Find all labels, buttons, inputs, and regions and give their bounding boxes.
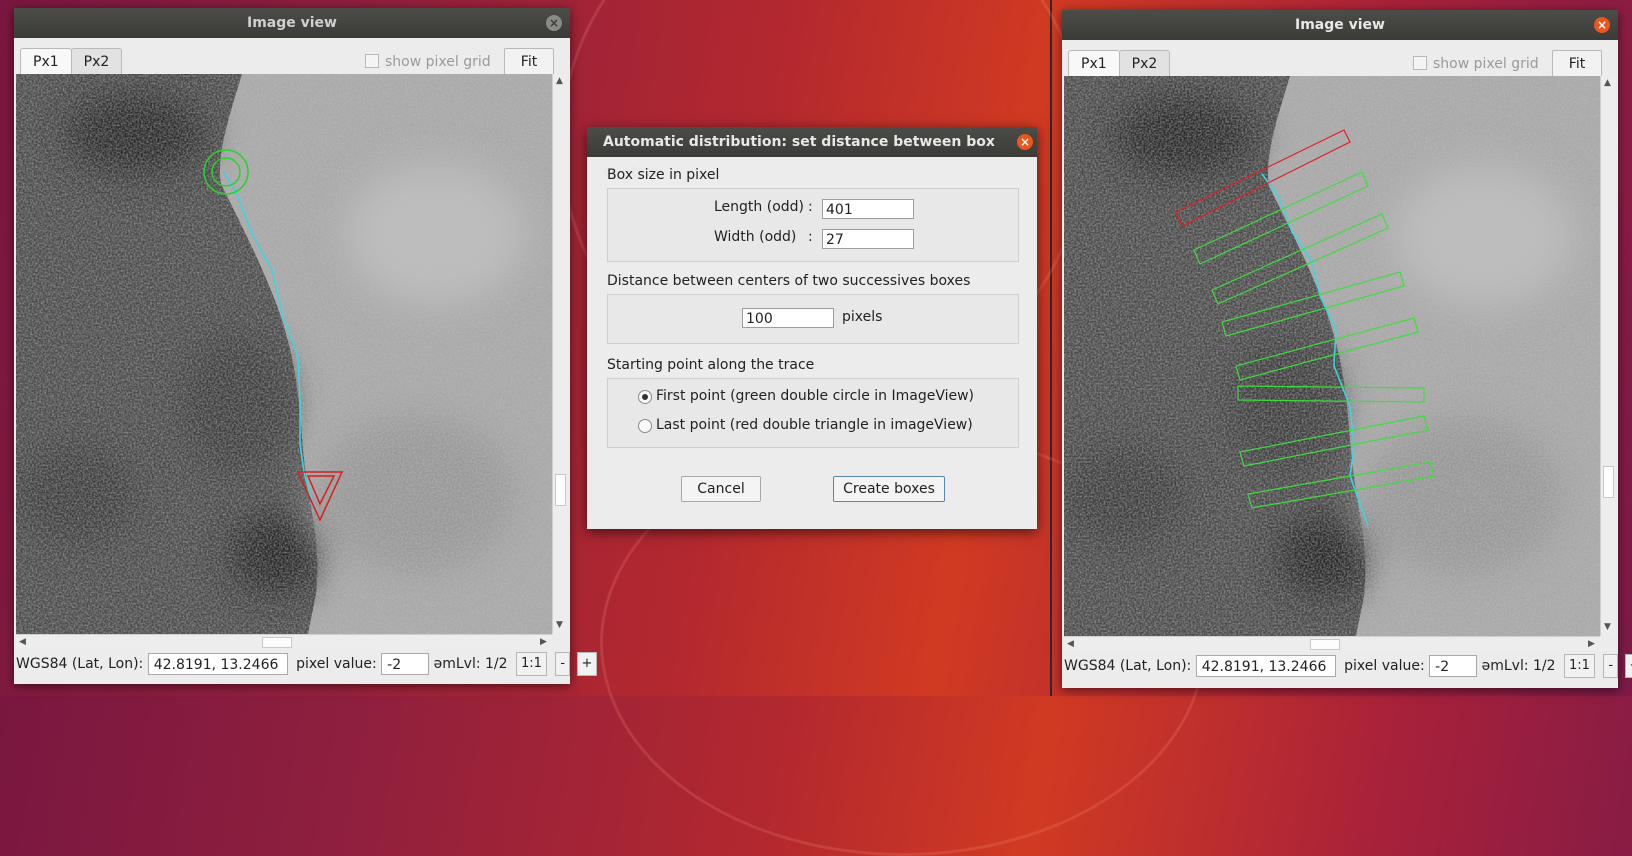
fit-button[interactable]: Fit bbox=[504, 48, 554, 76]
width-label: Width (odd) bbox=[714, 229, 797, 245]
right-vertical-scrollbar[interactable]: ▲ ▼ bbox=[1600, 76, 1615, 636]
automatic-distribution-dialog: Automatic distribution: set distance bet… bbox=[587, 127, 1037, 529]
right-tab-bar: Px1 Px2 bbox=[1068, 50, 1171, 78]
zoom-out-button[interactable]: - bbox=[1603, 654, 1619, 678]
show-pixel-grid-label: show pixel grid bbox=[1433, 56, 1539, 72]
pixel-value-field[interactable]: -2 bbox=[1429, 655, 1478, 677]
right-image-canvas[interactable] bbox=[1064, 76, 1600, 636]
cancel-button[interactable]: Cancel bbox=[681, 476, 761, 502]
create-boxes-button[interactable]: Create boxes bbox=[833, 476, 945, 502]
box-size-heading: Box size in pixel bbox=[607, 167, 720, 183]
close-icon[interactable]: × bbox=[1594, 17, 1610, 33]
zoom-in-button[interactable]: + bbox=[576, 652, 598, 676]
coord-label: WGS84 (Lat, Lon): bbox=[16, 656, 144, 672]
scroll-thumb[interactable] bbox=[1603, 466, 1614, 498]
close-icon[interactable]: × bbox=[1017, 134, 1033, 150]
scroll-up-icon[interactable]: ▲ bbox=[1604, 78, 1611, 88]
tab-px1[interactable]: Px1 bbox=[20, 48, 72, 76]
length-input[interactable]: 401 bbox=[822, 199, 914, 219]
length-colon: : bbox=[808, 199, 813, 215]
start-point-heading: Starting point along the trace bbox=[607, 357, 815, 373]
last-point-radio[interactable] bbox=[638, 419, 652, 433]
right-window-titlebar[interactable]: Image view × bbox=[1062, 10, 1618, 40]
distance-input[interactable]: 100 bbox=[742, 308, 834, 328]
first-point-label[interactable]: First point (green double circle in Imag… bbox=[656, 388, 974, 404]
left-window-titlebar[interactable]: Image view × bbox=[14, 8, 570, 38]
scroll-thumb[interactable] bbox=[555, 474, 566, 506]
close-icon[interactable]: × bbox=[546, 15, 562, 31]
scroll-up-icon[interactable]: ▲ bbox=[556, 76, 563, 86]
zoom-out-button[interactable]: - bbox=[555, 652, 571, 676]
length-label: Length (odd) bbox=[714, 199, 805, 215]
start-point-panel: First point (green double circle in Imag… bbox=[607, 378, 1019, 448]
distance-unit-label: pixels bbox=[842, 309, 883, 325]
scroll-thumb[interactable] bbox=[1310, 639, 1340, 650]
right-horizontal-scrollbar[interactable]: ◀ ▶ bbox=[1064, 636, 1600, 651]
right-sar-image bbox=[1064, 76, 1600, 636]
pixel-value-label: pixel value: bbox=[296, 656, 377, 672]
checkbox-box[interactable] bbox=[1413, 56, 1427, 70]
left-window-title: Image view bbox=[247, 15, 337, 31]
left-vertical-scrollbar[interactable]: ▲ ▼ bbox=[552, 74, 567, 634]
zoom-one-to-one-button[interactable]: 1:1 bbox=[1564, 654, 1595, 678]
right-status-bar: WGS84 (Lat, Lon): 42.8191, 13.2466 pixel… bbox=[1064, 654, 1632, 684]
checkbox-box[interactable] bbox=[365, 54, 379, 68]
first-point-radio[interactable] bbox=[638, 390, 652, 404]
scroll-down-icon[interactable]: ▼ bbox=[556, 620, 563, 630]
width-input[interactable]: 27 bbox=[822, 229, 914, 249]
width-colon: : bbox=[808, 229, 813, 245]
zoom-one-to-one-button[interactable]: 1:1 bbox=[516, 652, 547, 676]
scroll-right-icon[interactable]: ▶ bbox=[540, 637, 547, 647]
left-horizontal-scrollbar[interactable]: ◀ ▶ bbox=[16, 634, 552, 649]
zoom-level-label: əmLvl: 1/2 bbox=[1481, 658, 1556, 674]
dialog-titlebar[interactable]: Automatic distribution: set distance bet… bbox=[587, 127, 1037, 180]
tab-px2[interactable]: Px2 bbox=[1118, 50, 1171, 78]
right-image-view-window: Image view × Px1Px2 show pixel grid Fit bbox=[1062, 10, 1632, 688]
last-point-label[interactable]: Last point (red double triangle in image… bbox=[656, 417, 973, 433]
left-image-canvas[interactable] bbox=[16, 74, 552, 634]
pixel-value-label: pixel value: bbox=[1344, 658, 1425, 674]
zoom-level-label: əmLvl: 1/2 bbox=[433, 656, 508, 672]
left-image-view-window: Image view × Px1Px2 show pixel grid Fit bbox=[14, 8, 598, 684]
tab-px1[interactable]: Px1 bbox=[1068, 50, 1120, 78]
distance-heading: Distance between centers of two successi… bbox=[607, 273, 971, 289]
coord-field[interactable]: 42.8191, 13.2466 bbox=[147, 653, 288, 675]
scroll-down-icon[interactable]: ▼ bbox=[1604, 622, 1611, 632]
left-tab-bar: Px1 Px2 bbox=[20, 48, 123, 76]
left-status-bar: WGS84 (Lat, Lon): 42.8191, 13.2466 pixel… bbox=[16, 652, 598, 682]
right-window-title: Image view bbox=[1295, 17, 1385, 33]
left-sar-image bbox=[16, 74, 552, 634]
scroll-right-icon[interactable]: ▶ bbox=[1588, 639, 1595, 649]
tab-px2[interactable]: Px2 bbox=[70, 48, 123, 76]
show-pixel-grid-checkbox[interactable]: show pixel grid bbox=[1413, 56, 1539, 72]
coord-field[interactable]: 42.8191, 13.2466 bbox=[1195, 655, 1336, 677]
zoom-in-button[interactable]: + bbox=[1624, 654, 1632, 678]
coord-label: WGS84 (Lat, Lon): bbox=[1064, 658, 1192, 674]
scroll-thumb[interactable] bbox=[262, 637, 292, 648]
box-size-panel: Length (odd) : 401 Width (odd) : 27 bbox=[607, 188, 1019, 262]
show-pixel-grid-checkbox[interactable]: show pixel grid bbox=[365, 54, 491, 70]
show-pixel-grid-label: show pixel grid bbox=[385, 54, 491, 70]
pixel-value-field[interactable]: -2 bbox=[381, 653, 430, 675]
fit-button[interactable]: Fit bbox=[1552, 50, 1602, 78]
scroll-left-icon[interactable]: ◀ bbox=[1067, 639, 1074, 649]
scroll-left-icon[interactable]: ◀ bbox=[19, 637, 26, 647]
distance-panel: 100 pixels bbox=[607, 294, 1019, 344]
